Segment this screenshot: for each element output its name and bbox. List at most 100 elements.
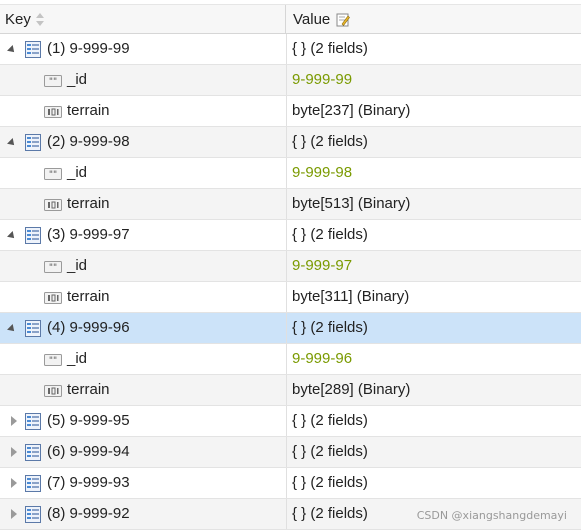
value-cell: { } (2 fields) <box>292 319 368 336</box>
key-cell: terrain <box>0 375 287 405</box>
document-key: (7) 9-999-93 <box>47 474 130 491</box>
document-key: (6) 9-999-94 <box>47 443 130 460</box>
value-cell: { } (2 fields) <box>292 505 368 522</box>
document-row[interactable]: (5) 9-999-95 { } (2 fields) <box>0 406 581 437</box>
string-type-icon: "" <box>44 260 62 273</box>
field-row[interactable]: "" _id 9-999-97 <box>0 251 581 282</box>
key-cell: "" _id <box>0 251 287 281</box>
field-row[interactable]: terrain byte[311] (Binary) <box>0 282 581 313</box>
value-column-header[interactable]: Value <box>287 5 581 34</box>
field-row[interactable]: terrain byte[513] (Binary) <box>0 189 581 220</box>
expand-toggle-icon[interactable] <box>11 416 17 426</box>
watermark: CSDN @xiangshangdemayi <box>416 509 567 522</box>
document-icon <box>25 227 41 244</box>
field-row[interactable]: "" _id 9-999-96 <box>0 344 581 375</box>
collapse-toggle-icon[interactable] <box>7 324 17 334</box>
collapse-toggle-icon[interactable] <box>7 231 17 241</box>
value-cell: { } (2 fields) <box>292 133 368 150</box>
document-row[interactable]: (3) 9-999-97 { } (2 fields) <box>0 220 581 251</box>
collapse-toggle-icon[interactable] <box>7 138 17 148</box>
document-icon <box>25 134 41 151</box>
key-column-header[interactable]: Key <box>0 5 286 34</box>
binary-type-icon <box>44 105 62 118</box>
key-cell: (7) 9-999-93 <box>0 468 287 498</box>
svg-text:"": "" <box>49 77 57 87</box>
key-cell: (8) 9-999-92 <box>0 499 287 529</box>
document-icon <box>25 475 41 492</box>
key-cell: (2) 9-999-98 <box>0 127 287 157</box>
document-key: (4) 9-999-96 <box>47 319 130 336</box>
value-cell: byte[311] (Binary) <box>292 288 410 305</box>
string-type-icon: "" <box>44 353 62 366</box>
key-cell: "" _id <box>0 344 287 374</box>
document-row[interactable]: (6) 9-999-94 { } (2 fields) <box>0 437 581 468</box>
value-cell: { } (2 fields) <box>292 226 368 243</box>
document-key: (2) 9-999-98 <box>47 133 130 150</box>
document-key: (8) 9-999-92 <box>47 505 130 522</box>
value-cell: 9-999-96 <box>292 350 353 367</box>
binary-type-icon <box>44 198 62 211</box>
field-key: terrain <box>67 288 110 305</box>
string-type-icon: "" <box>44 167 62 180</box>
key-cell: terrain <box>0 96 287 126</box>
key-cell: "" _id <box>0 158 287 188</box>
value-cell: 9-999-98 <box>292 164 353 181</box>
string-type-icon: "" <box>44 74 62 87</box>
document-row[interactable]: (1) 9-999-99 { } (2 fields) <box>0 34 581 65</box>
key-column-label: Key <box>5 11 31 28</box>
expand-toggle-icon[interactable] <box>11 447 17 457</box>
expand-toggle-icon[interactable] <box>11 478 17 488</box>
field-row[interactable]: "" _id 9-999-98 <box>0 158 581 189</box>
value-cell: byte[237] (Binary) <box>292 102 411 119</box>
document-icon <box>25 444 41 461</box>
document-key: (3) 9-999-97 <box>47 226 130 243</box>
value-cell: byte[513] (Binary) <box>292 195 411 212</box>
document-key: (5) 9-999-95 <box>47 412 130 429</box>
document-icon <box>25 41 41 58</box>
document-row[interactable]: (7) 9-999-93 { } (2 fields) <box>0 468 581 499</box>
value-cell: { } (2 fields) <box>292 443 368 460</box>
field-key: _id <box>67 164 88 181</box>
key-cell: "" _id <box>0 65 287 95</box>
document-row[interactable]: (4) 9-999-96 { } (2 fields) <box>0 313 581 344</box>
binary-type-icon <box>44 291 62 304</box>
key-cell: (6) 9-999-94 <box>0 437 287 467</box>
field-key: _id <box>67 71 88 88</box>
document-icon <box>25 320 41 337</box>
sort-icon[interactable] <box>35 13 45 27</box>
key-cell: terrain <box>0 282 287 312</box>
value-cell: { } (2 fields) <box>292 412 368 429</box>
value-cell: { } (2 fields) <box>292 40 368 57</box>
document-key: (1) 9-999-99 <box>47 40 130 57</box>
value-cell: { } (2 fields) <box>292 474 368 491</box>
document-icon <box>25 506 41 523</box>
expand-toggle-icon[interactable] <box>11 509 17 519</box>
key-cell: (1) 9-999-99 <box>0 34 287 64</box>
column-header: Key Value <box>0 4 581 34</box>
field-key: terrain <box>67 381 110 398</box>
key-cell: (3) 9-999-97 <box>0 220 287 250</box>
value-cell: byte[289] (Binary) <box>292 381 411 398</box>
field-key: terrain <box>67 102 110 119</box>
document-tree: (1) 9-999-99 { } (2 fields) "" _id 9-999-99 t… <box>0 34 581 530</box>
document-icon <box>25 413 41 430</box>
binary-type-icon <box>44 384 62 397</box>
field-key: terrain <box>67 195 110 212</box>
key-cell: terrain <box>0 189 287 219</box>
edit-icon[interactable] <box>336 13 351 27</box>
value-cell: 9-999-97 <box>292 257 353 274</box>
field-row[interactable]: terrain byte[289] (Binary) <box>0 375 581 406</box>
field-row[interactable]: terrain byte[237] (Binary) <box>0 96 581 127</box>
key-cell: (5) 9-999-95 <box>0 406 287 436</box>
field-row[interactable]: "" _id 9-999-99 <box>0 65 581 96</box>
value-column-label: Value <box>293 11 331 28</box>
field-key: _id <box>67 350 88 367</box>
value-cell: 9-999-99 <box>292 71 353 88</box>
collapse-toggle-icon[interactable] <box>7 45 17 55</box>
svg-text:"": "" <box>49 356 57 366</box>
field-key: _id <box>67 257 88 274</box>
svg-text:"": "" <box>49 263 57 273</box>
key-cell: (4) 9-999-96 <box>0 313 287 343</box>
svg-text:"": "" <box>49 170 57 180</box>
document-row[interactable]: (2) 9-999-98 { } (2 fields) <box>0 127 581 158</box>
